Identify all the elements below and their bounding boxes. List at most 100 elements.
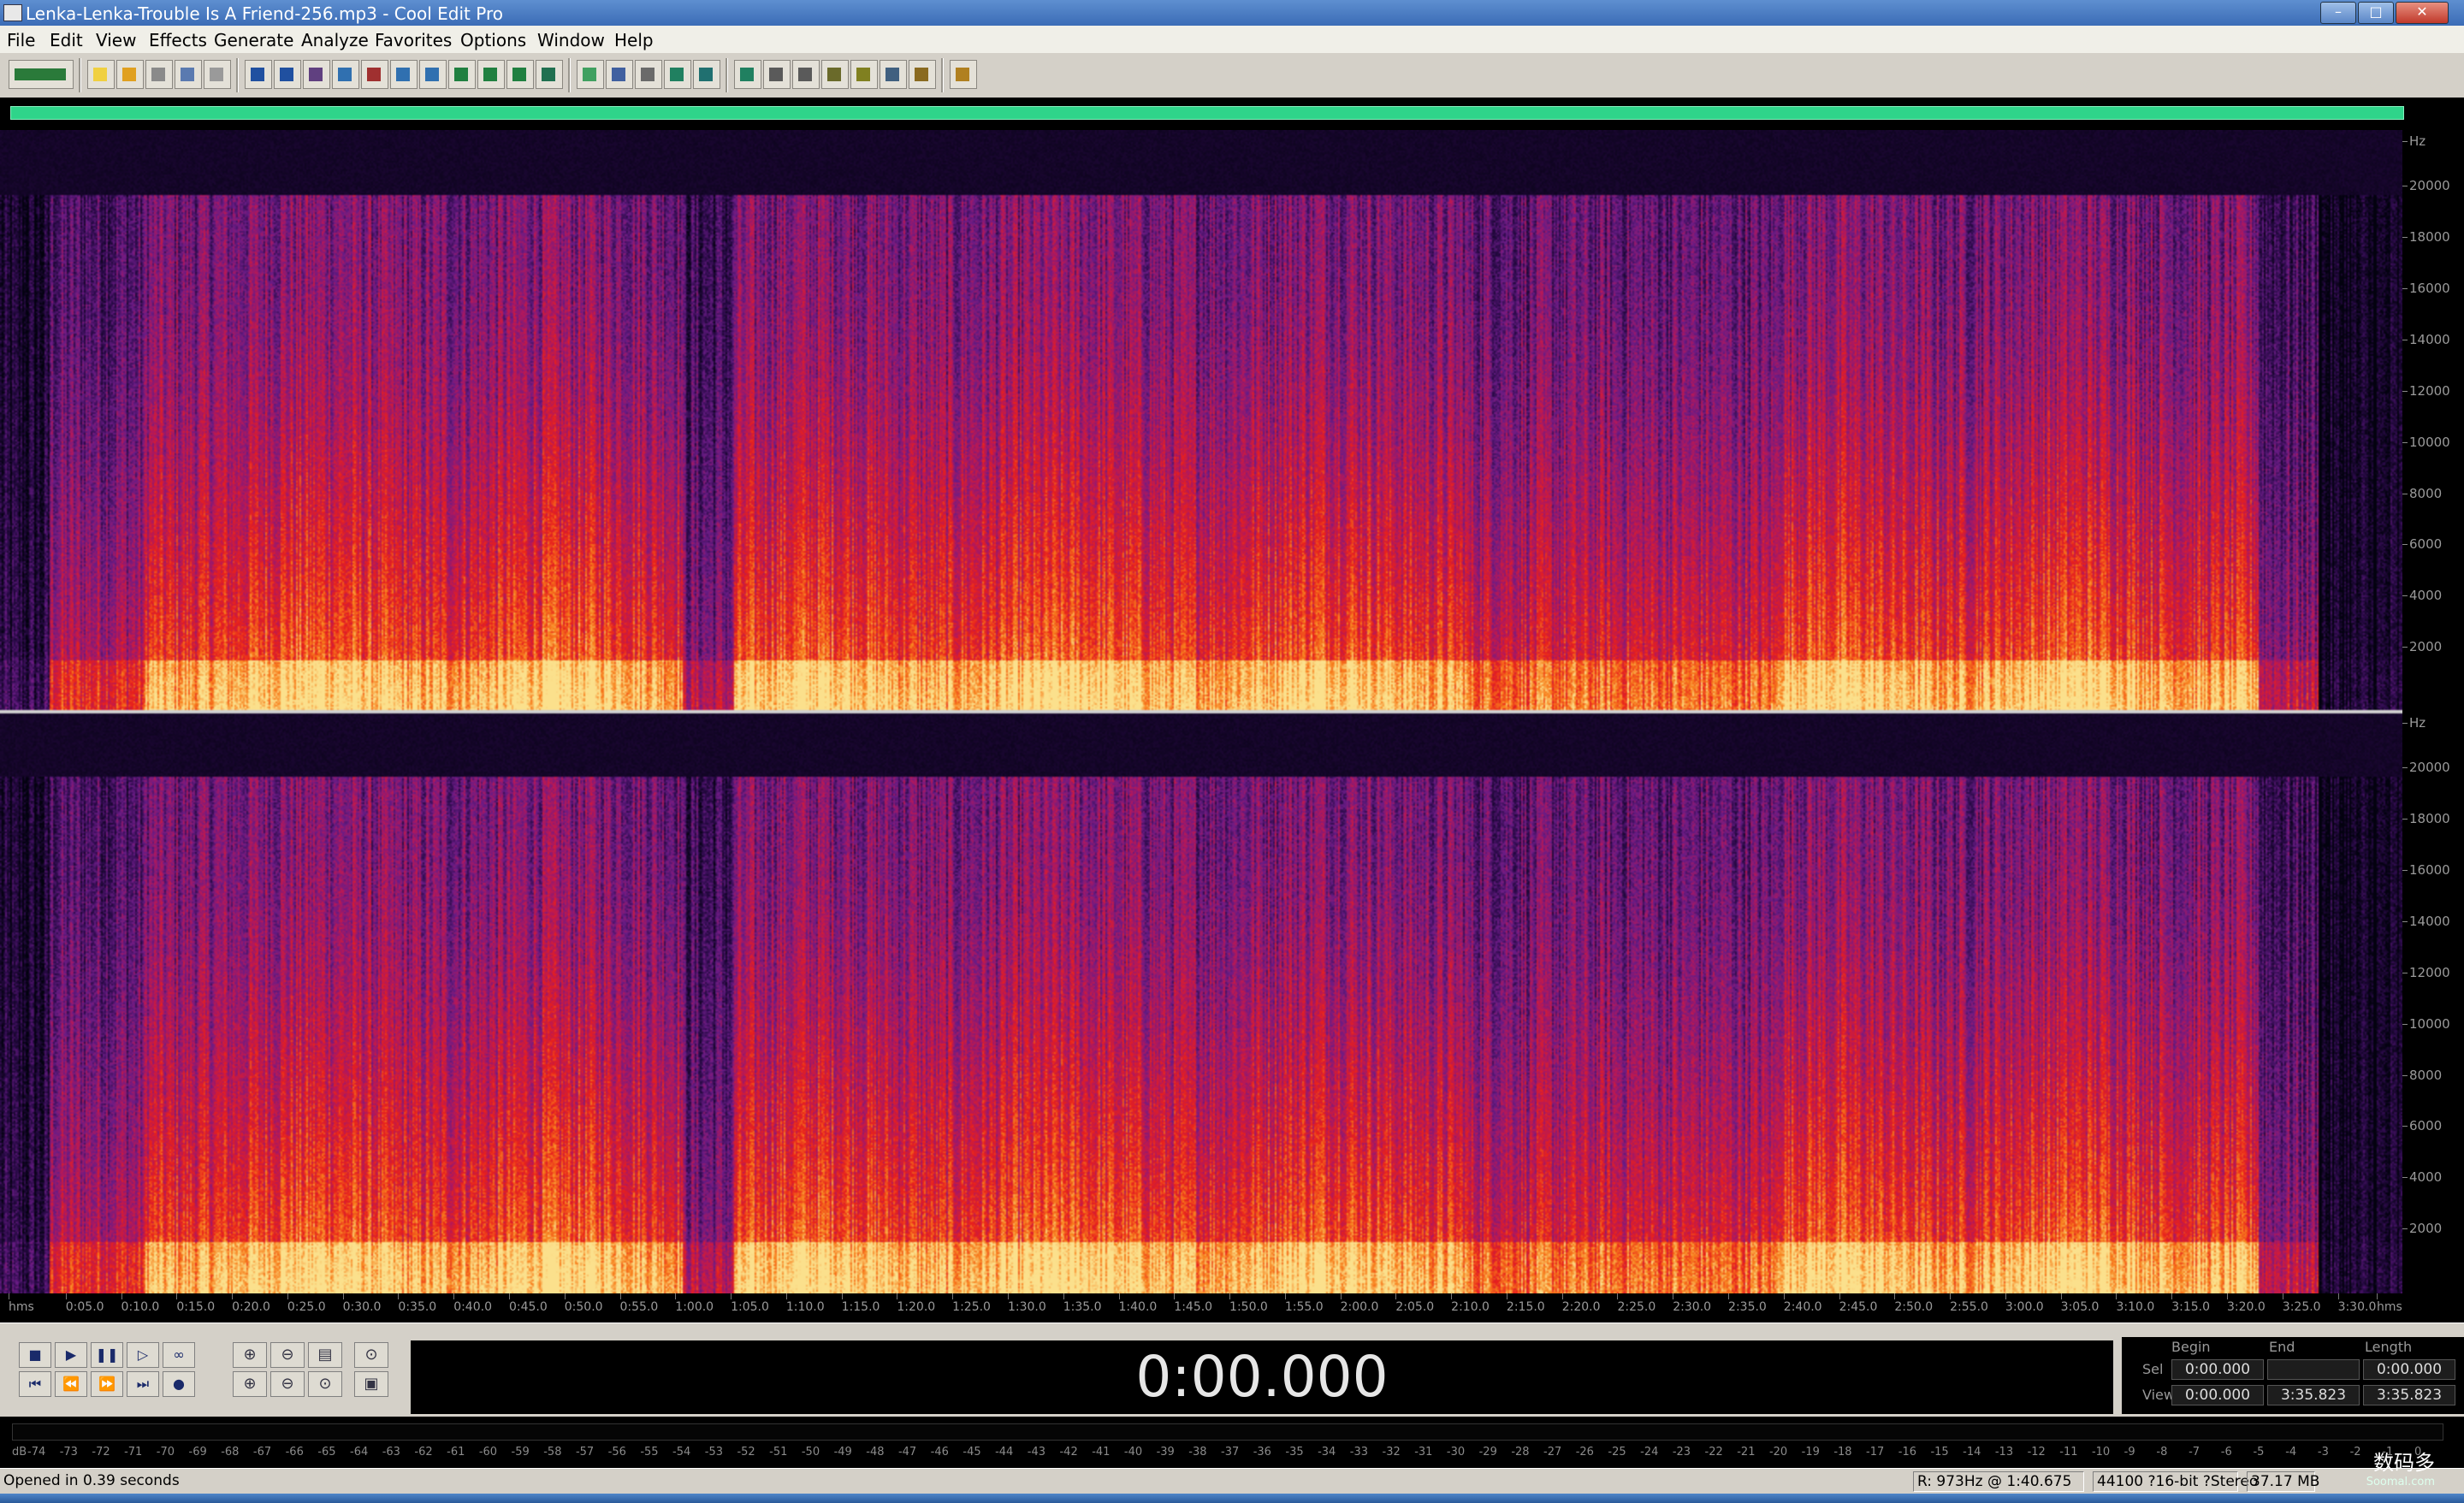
zoom-in-button[interactable]: ⊕ bbox=[233, 1342, 267, 1368]
stats-button[interactable] bbox=[909, 60, 936, 89]
maximize-button[interactable]: □ bbox=[2358, 2, 2394, 24]
redo-button[interactable] bbox=[274, 60, 301, 89]
help-button[interactable] bbox=[950, 60, 977, 89]
zoom-out-button[interactable]: ⊖ bbox=[270, 1342, 305, 1368]
help-icon bbox=[956, 68, 969, 81]
close-button[interactable]: ✕ bbox=[2396, 2, 2449, 24]
repeat-last-button[interactable] bbox=[303, 60, 330, 89]
time-tick-label: 2:05.0 bbox=[1395, 1293, 1435, 1314]
play-to-end-button[interactable]: ▷ bbox=[127, 1342, 159, 1368]
sel-end-field[interactable] bbox=[2267, 1359, 2360, 1380]
copy-new-button[interactable] bbox=[332, 60, 359, 89]
save-file-button[interactable] bbox=[145, 60, 173, 89]
paste-new-icon bbox=[454, 68, 468, 81]
fast-forward-button[interactable]: ⏩ bbox=[91, 1371, 123, 1397]
play-list-icon bbox=[670, 68, 684, 81]
meter-db-label: -30 bbox=[1446, 1446, 1466, 1459]
menu-analyze[interactable]: Analyze bbox=[301, 30, 369, 50]
zoom-right-button[interactable]: ▣ bbox=[354, 1371, 388, 1397]
play-list-button[interactable] bbox=[664, 60, 691, 89]
waveform-view-button[interactable] bbox=[606, 60, 633, 89]
time-tick-label: 1:45.0 bbox=[1174, 1293, 1213, 1314]
time-tick-label: 1:30.0 bbox=[1007, 1293, 1046, 1314]
sel-length-field[interactable]: 0:00.000 bbox=[2363, 1359, 2455, 1380]
record-button[interactable]: ● bbox=[163, 1371, 195, 1397]
grid-button[interactable] bbox=[763, 60, 791, 89]
stop-button[interactable]: ■ bbox=[19, 1342, 51, 1368]
meter-db-label: -54 bbox=[672, 1446, 691, 1459]
envelope-button[interactable] bbox=[734, 60, 761, 89]
zoom-left-button[interactable]: ⊙ bbox=[308, 1371, 342, 1397]
menu-edit[interactable]: Edit bbox=[50, 30, 83, 50]
time-tick-label: 2:40.0 bbox=[1783, 1293, 1822, 1314]
meter-db-label: -68 bbox=[221, 1446, 240, 1459]
play-button[interactable]: ▶ bbox=[55, 1342, 87, 1368]
close-file-button[interactable] bbox=[204, 60, 231, 89]
menu-effects[interactable]: Effects bbox=[149, 30, 207, 50]
save-all-button[interactable] bbox=[175, 60, 202, 89]
paste-button[interactable] bbox=[419, 60, 447, 89]
undo-button[interactable] bbox=[245, 60, 272, 89]
time-tick-label: 3:30.0 bbox=[2337, 1293, 2377, 1314]
menu-view[interactable]: View bbox=[96, 30, 136, 50]
app-icon[interactable] bbox=[3, 4, 22, 21]
mix-paste-button[interactable] bbox=[477, 60, 505, 89]
loop-play-button[interactable]: ∞ bbox=[163, 1342, 195, 1368]
zoom-out-vertical-button[interactable]: ⊖ bbox=[270, 1371, 305, 1397]
menu-window[interactable]: Window bbox=[537, 30, 605, 50]
cue-list-button[interactable] bbox=[635, 60, 662, 89]
scripts-button[interactable] bbox=[821, 60, 849, 89]
frequency-analysis-button[interactable] bbox=[792, 60, 820, 89]
view-length-field[interactable]: 3:35.823 bbox=[2363, 1385, 2455, 1405]
rewind-button[interactable]: ⏪ bbox=[55, 1371, 87, 1397]
tool-button[interactable] bbox=[880, 60, 907, 89]
menu-help[interactable]: Help bbox=[614, 30, 654, 50]
meter-db-label: -23 bbox=[1672, 1446, 1691, 1459]
time-tick-label: 2:15.0 bbox=[1506, 1293, 1545, 1314]
spectral-view[interactable] bbox=[0, 130, 2402, 1293]
zoom-in-vertical-button[interactable]: ⊕ bbox=[233, 1371, 267, 1397]
sel-begin-field[interactable]: 0:00.000 bbox=[2171, 1359, 2264, 1380]
begin-header: Begin bbox=[2171, 1339, 2211, 1355]
cut-button[interactable] bbox=[361, 60, 388, 89]
multitrack-toggle-button[interactable] bbox=[9, 60, 74, 89]
menu-favorites[interactable]: Favorites bbox=[375, 30, 452, 50]
view-end-field[interactable]: 3:35.823 bbox=[2267, 1385, 2360, 1405]
go-to-end-button[interactable]: ⏭ bbox=[127, 1371, 159, 1397]
copy-button[interactable] bbox=[390, 60, 418, 89]
menu-generate[interactable]: Generate bbox=[214, 30, 293, 50]
minimize-button[interactable]: – bbox=[2320, 2, 2356, 24]
view-begin-field[interactable]: 0:00.000 bbox=[2171, 1385, 2264, 1405]
time-ruler[interactable]: hms hms 0:05.0 0:10.0 0:15.0 0:20.0 0:25.0 0:… bbox=[0, 1293, 2464, 1323]
cd-button[interactable] bbox=[536, 60, 563, 89]
mix-paste-icon bbox=[483, 68, 497, 81]
meter-db-label: -56 bbox=[607, 1446, 626, 1459]
pause-button[interactable]: ❚❚ bbox=[91, 1342, 123, 1368]
snap-button[interactable] bbox=[693, 60, 720, 89]
frequency-label: 12000 bbox=[2402, 382, 2450, 399]
go-to-start-button[interactable]: ⏮ bbox=[19, 1371, 51, 1397]
zoom-full-button[interactable]: ▤ bbox=[308, 1342, 342, 1368]
menu-options[interactable]: Options bbox=[460, 30, 526, 50]
zoom-selection-button[interactable]: ⊙ bbox=[354, 1342, 388, 1368]
loop-button[interactable] bbox=[506, 60, 534, 89]
meter-db-label: -19 bbox=[1801, 1446, 1820, 1459]
meter-db-label: -32 bbox=[1382, 1446, 1401, 1459]
frequency-label: 2000 bbox=[2402, 1221, 2443, 1237]
time-tick-label: 1:55.0 bbox=[1284, 1293, 1324, 1314]
meter-db-label: -31 bbox=[1414, 1446, 1433, 1459]
end-header: End bbox=[2269, 1339, 2295, 1355]
menu-file[interactable]: File bbox=[7, 30, 35, 50]
overview-range[interactable] bbox=[10, 106, 2404, 120]
batch-button[interactable] bbox=[850, 60, 878, 89]
paste-new-button[interactable] bbox=[448, 60, 476, 89]
title-bar[interactable]: Lenka-Lenka-Trouble Is A Friend-256.mp3 … bbox=[0, 0, 2464, 26]
open-file-button[interactable] bbox=[116, 60, 144, 89]
meter-db-label: -46 bbox=[930, 1446, 949, 1459]
level-meter: dB -74 -73 -72 -71 -70 -69 -68 -67 -66 -65 -64 -63 -… bbox=[0, 1417, 2464, 1468]
toolbar-separator bbox=[726, 58, 728, 92]
spectral-view-button[interactable] bbox=[577, 60, 604, 89]
new-file-button[interactable] bbox=[87, 60, 115, 89]
frequency-label: 2000 bbox=[2402, 639, 2443, 655]
overview-bar[interactable] bbox=[0, 98, 2464, 130]
